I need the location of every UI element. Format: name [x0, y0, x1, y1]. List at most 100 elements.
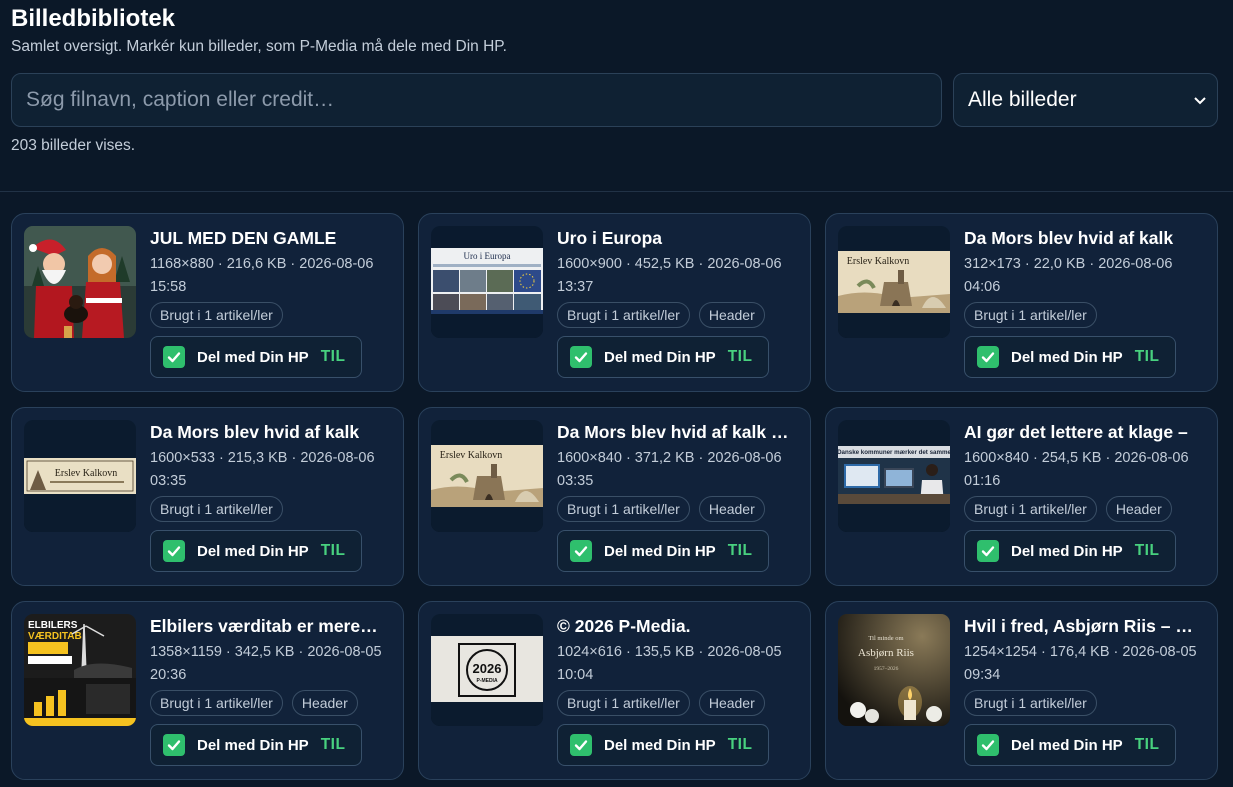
svg-text:Erslev Kalkovn: Erslev Kalkovn: [440, 450, 503, 461]
image-card[interactable]: Uro i Europa Uro i Europa 1600×900 · 452,…: [418, 213, 811, 392]
image-card[interactable]: Erslev Kalkovn Da Mors blev hvid af kalk…: [418, 407, 811, 586]
usage-chips: Brugt i 1 artikel/ler Header: [150, 690, 398, 716]
image-title: Elbilers værditab er mere…: [150, 616, 378, 636]
image-title: Da Mors blev hvid af kalk: [964, 228, 1174, 248]
checkbox-checked-icon[interactable]: [570, 540, 592, 562]
image-title: Da Mors blev hvid af kalk: [150, 422, 360, 442]
image-card[interactable]: Erslev Kalkovn Da Mors blev hvid af kalk…: [11, 407, 404, 586]
share-state: TIL: [1134, 542, 1160, 559]
share-din-hp-toggle[interactable]: Del med Din HP TIL: [557, 336, 769, 378]
share-state: TIL: [727, 348, 753, 365]
image-info: AI gør det lettere at klage – 1600×840 · …: [964, 421, 1212, 522]
image-thumbnail[interactable]: Til minde om Asbjørn Riis 1957–2026: [838, 614, 950, 726]
svg-text:Danske kommuner mærker det sam: Danske kommuner mærker det samme: [838, 449, 950, 456]
image-info: Uro i Europa 1600×900 · 452,5 KB · 2026-0…: [557, 227, 805, 328]
header-badge: Header: [698, 496, 765, 522]
image-thumbnail[interactable]: [24, 226, 136, 338]
image-card[interactable]: 2026 P-MEDIA © 2026 P-Media. 1024×616 · 13…: [418, 601, 811, 780]
image-thumbnail[interactable]: Erslev Kalkovn: [24, 420, 136, 532]
share-label: Del med Din HP: [197, 736, 309, 754]
image-info: Elbilers værditab er mere… 1358×1159 · 34…: [150, 615, 398, 716]
checkbox-checked-icon[interactable]: [163, 540, 185, 562]
image-card[interactable]: Til minde om Asbjørn Riis 1957–2026 Hvil…: [825, 601, 1218, 780]
image-title: © 2026 P-Media.: [557, 616, 691, 636]
image-info: Hvil i fred, Asbjørn Riis – … 1254×1254 ·…: [964, 615, 1212, 716]
checkbox-checked-icon[interactable]: [977, 540, 999, 562]
result-count: 203 billeder vises.: [11, 137, 136, 154]
image-meta: 1600×840 · 371,2 KB · 2026-08-06 03:35: [557, 450, 782, 489]
share-label: Del med Din HP: [1011, 736, 1123, 754]
checkbox-checked-icon[interactable]: [977, 734, 999, 756]
image-title: AI gør det lettere at klage –: [964, 422, 1188, 442]
page-title: Billedbibliotek: [11, 5, 176, 32]
image-grid: JUL MED DEN GAMLE 1168×880 · 216,6 KB · 2…: [11, 213, 1218, 780]
image-filter-value: Alle billeder: [968, 88, 1077, 111]
image-thumbnail[interactable]: ELBILERS VÆRDITAB: [24, 614, 136, 726]
image-thumbnail[interactable]: Danske kommuner mærker det samme: [838, 420, 950, 532]
usage-badge: Brugt i 1 artikel/ler: [964, 302, 1097, 328]
image-card[interactable]: JUL MED DEN GAMLE 1168×880 · 216,6 KB · 2…: [11, 213, 404, 392]
checkbox-checked-icon[interactable]: [163, 734, 185, 756]
usage-badge: Brugt i 1 artikel/ler: [150, 496, 283, 522]
image-info: Da Mors blev hvid af kalk 312×173 · 22,0 …: [964, 227, 1212, 328]
image-info: Da Mors blev hvid af kalk 1600×533 · 215,…: [150, 421, 398, 522]
page-subtitle: Samlet oversigt. Markér kun billeder, so…: [11, 38, 507, 55]
image-card[interactable]: ELBILERS VÆRDITAB Elbilers værditab er m…: [11, 601, 404, 780]
share-din-hp-toggle[interactable]: Del med Din HP TIL: [150, 336, 362, 378]
chevron-down-icon: [1194, 97, 1206, 105]
image-title: JUL MED DEN GAMLE: [150, 228, 337, 248]
usage-badge: Brugt i 1 artikel/ler: [150, 302, 283, 328]
share-state: TIL: [320, 542, 346, 559]
usage-badge: Brugt i 1 artikel/ler: [557, 302, 690, 328]
share-state: TIL: [1134, 348, 1160, 365]
share-label: Del med Din HP: [604, 542, 716, 560]
share-din-hp-toggle[interactable]: Del med Din HP TIL: [557, 724, 769, 766]
image-card[interactable]: Erslev Kalkovn Da Mors blev hvid af kalk…: [825, 213, 1218, 392]
share-label: Del med Din HP: [1011, 348, 1123, 366]
share-state: TIL: [727, 736, 753, 753]
header-badge: Header: [291, 690, 358, 716]
svg-text:Uro i Europa: Uro i Europa: [464, 251, 511, 261]
checkbox-checked-icon[interactable]: [570, 734, 592, 756]
image-thumbnail[interactable]: Erslev Kalkovn: [431, 420, 543, 532]
share-din-hp-toggle[interactable]: Del med Din HP TIL: [964, 530, 1176, 572]
share-state: TIL: [1134, 736, 1160, 753]
svg-text:Erslev Kalkovn: Erslev Kalkovn: [55, 468, 118, 479]
image-card[interactable]: Danske kommuner mærker det samme AI gør …: [825, 407, 1218, 586]
svg-text:2026: 2026: [473, 661, 502, 676]
usage-badge: Brugt i 1 artikel/ler: [964, 496, 1097, 522]
share-din-hp-toggle[interactable]: Del med Din HP TIL: [557, 530, 769, 572]
share-state: TIL: [320, 348, 346, 365]
share-state: TIL: [320, 736, 346, 753]
header-divider: [0, 191, 1233, 192]
search-input[interactable]: [11, 73, 942, 127]
share-label: Del med Din HP: [197, 542, 309, 560]
usage-chips: Brugt i 1 artikel/ler: [964, 690, 1212, 716]
image-title: Hvil i fred, Asbjørn Riis – …: [964, 616, 1193, 636]
image-meta: 1254×1254 · 176,4 KB · 2026-08-05 09:34: [964, 644, 1197, 683]
share-din-hp-toggle[interactable]: Del med Din HP TIL: [150, 724, 362, 766]
usage-badge: Brugt i 1 artikel/ler: [964, 690, 1097, 716]
checkbox-checked-icon[interactable]: [570, 346, 592, 368]
usage-chips: Brugt i 1 artikel/ler Header: [557, 690, 805, 716]
image-meta: 1168×880 · 216,6 KB · 2026-08-06 15:58: [150, 256, 374, 295]
image-meta: 1024×616 · 135,5 KB · 2026-08-05 10:04: [557, 644, 782, 683]
svg-text:Erslev Kalkovn: Erslev Kalkovn: [847, 256, 910, 267]
svg-text:Til minde om: Til minde om: [868, 635, 903, 642]
checkbox-checked-icon[interactable]: [163, 346, 185, 368]
share-din-hp-toggle[interactable]: Del med Din HP TIL: [964, 336, 1176, 378]
image-thumbnail[interactable]: 2026 P-MEDIA: [431, 614, 543, 726]
image-thumbnail[interactable]: Erslev Kalkovn: [838, 226, 950, 338]
checkbox-checked-icon[interactable]: [977, 346, 999, 368]
share-din-hp-toggle[interactable]: Del med Din HP TIL: [964, 724, 1176, 766]
image-meta: 1600×900 · 452,5 KB · 2026-08-06 13:37: [557, 256, 782, 295]
svg-text:1957–2026: 1957–2026: [874, 666, 899, 672]
image-filter-select[interactable]: Alle billeder: [953, 73, 1218, 127]
share-din-hp-toggle[interactable]: Del med Din HP TIL: [150, 530, 362, 572]
image-title: Da Mors blev hvid af kalk …: [557, 422, 789, 442]
filter-bar: Alle billeder: [11, 73, 1218, 127]
share-label: Del med Din HP: [197, 348, 309, 366]
svg-text:P-MEDIA: P-MEDIA: [476, 678, 498, 684]
image-thumbnail[interactable]: Uro i Europa: [431, 226, 543, 338]
share-label: Del med Din HP: [604, 736, 716, 754]
